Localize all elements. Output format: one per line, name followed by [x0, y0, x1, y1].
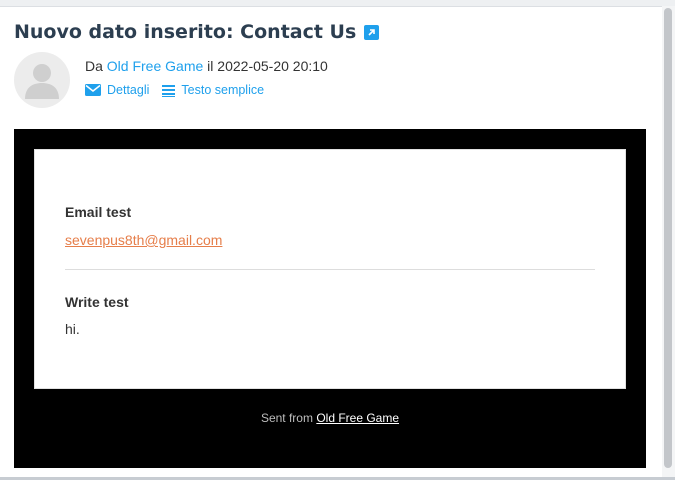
- message-actions: Dettagli Testo semplice: [85, 83, 277, 97]
- field-label-write: Write test: [65, 294, 129, 310]
- details-button[interactable]: Dettagli: [85, 83, 149, 97]
- external-link-icon[interactable]: [364, 24, 380, 40]
- divider: [65, 269, 595, 270]
- email-card: Email test sevenpus8th@gmail.com Write t…: [34, 149, 626, 389]
- top-border: [0, 0, 675, 7]
- plain-text-button[interactable]: Testo semplice: [162, 83, 264, 97]
- footer-link[interactable]: Old Free Game: [316, 411, 399, 425]
- field-value-write: hi.: [65, 321, 80, 337]
- list-icon: [162, 84, 176, 97]
- email-body: Email test sevenpus8th@gmail.com Write t…: [14, 129, 646, 468]
- date-prefix: il: [207, 58, 214, 74]
- sender-link[interactable]: Old Free Game: [107, 58, 203, 74]
- email-value-link[interactable]: sevenpus8th@gmail.com: [65, 232, 222, 248]
- message-datetime: 2022-05-20 20:10: [217, 58, 328, 74]
- avatar-icon: [25, 64, 59, 99]
- details-label: Dettagli: [107, 83, 150, 97]
- from-prefix: Da: [85, 58, 103, 74]
- envelope-icon: [85, 84, 101, 96]
- sender-avatar: [14, 52, 70, 108]
- scrollbar-thumb[interactable]: [664, 8, 672, 468]
- sender-line: Da Old Free Game il 2022-05-20 20:10: [85, 58, 328, 74]
- plain-text-label: Testo semplice: [181, 83, 265, 97]
- field-label-email: Email test: [65, 204, 132, 220]
- subject-text: Nuovo dato inserito: Contact Us: [14, 21, 357, 43]
- message-header: Nuovo dato inserito: Contact Us Da Old F…: [14, 18, 654, 108]
- footer-prefix: Sent from: [260, 411, 313, 425]
- email-footer: Sent from Old Free Game: [14, 411, 646, 425]
- message-subject: Nuovo dato inserito: Contact Us: [14, 18, 654, 46]
